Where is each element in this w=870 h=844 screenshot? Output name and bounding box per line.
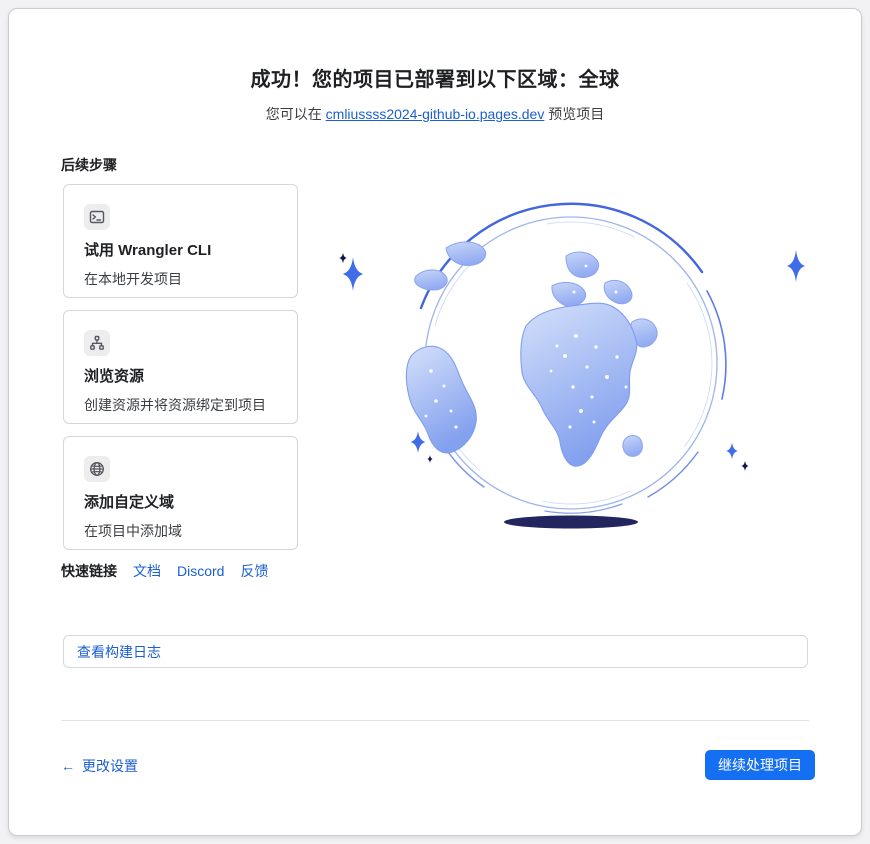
quick-link-discord[interactable]: Discord [177, 563, 224, 579]
step-card-description: 创建资源并将资源绑定到项目 [84, 395, 277, 415]
step-card-wrangler-cli[interactable]: 试用 Wrangler CLI 在本地开发项目 [63, 184, 298, 298]
preview-subtitle: 您可以在 cmliussss2024-github-io.pages.dev 预… [9, 104, 861, 124]
step-card-custom-domain[interactable]: 添加自定义域 在项目中添加域 [63, 436, 298, 550]
back-arrow-icon: ← [61, 758, 75, 774]
footer-divider [61, 720, 809, 721]
terminal-icon [84, 204, 110, 230]
preview-domain-link[interactable]: cmliussss2024-github-io.pages.dev [326, 106, 545, 122]
view-build-logs-toggle[interactable]: 查看构建日志 [63, 635, 808, 668]
quick-links: 快速链接 文档 Discord 反馈 [61, 561, 268, 581]
deployment-success-panel: 成功！您的项目已部署到以下区域：全球 您可以在 cmliussss2024-gi… [8, 8, 862, 836]
step-card-browse-resources[interactable]: 浏览资源 创建资源并将资源绑定到项目 [63, 310, 298, 424]
step-card-title: 添加自定义域 [84, 491, 277, 512]
sitemap-icon [84, 330, 110, 356]
step-card-title: 试用 Wrangler CLI [84, 239, 277, 260]
step-card-description: 在本地开发项目 [84, 269, 277, 289]
change-settings-label: 更改设置 [82, 756, 138, 776]
quick-links-heading: 快速链接 [61, 561, 117, 581]
step-card-description: 在项目中添加域 [84, 521, 277, 541]
next-steps-heading: 后续步骤 [61, 155, 117, 175]
hero: 成功！您的项目已部署到以下区域：全球 您可以在 cmliussss2024-gi… [9, 63, 861, 124]
step-card-title: 浏览资源 [84, 365, 277, 386]
globe-illustration [326, 196, 826, 551]
page-title: 成功！您的项目已部署到以下区域：全球 [9, 63, 861, 92]
continue-project-button[interactable]: 继续处理项目 [705, 750, 815, 780]
subtitle-suffix: 预览项目 [544, 106, 604, 122]
change-settings-link[interactable]: ← 更改设置 [61, 756, 138, 776]
quick-link-feedback[interactable]: 反馈 [240, 561, 268, 581]
globe-icon [84, 456, 110, 482]
subtitle-prefix: 您可以在 [266, 106, 326, 122]
view-build-logs-label: 查看构建日志 [77, 642, 161, 662]
quick-link-docs[interactable]: 文档 [133, 561, 161, 581]
